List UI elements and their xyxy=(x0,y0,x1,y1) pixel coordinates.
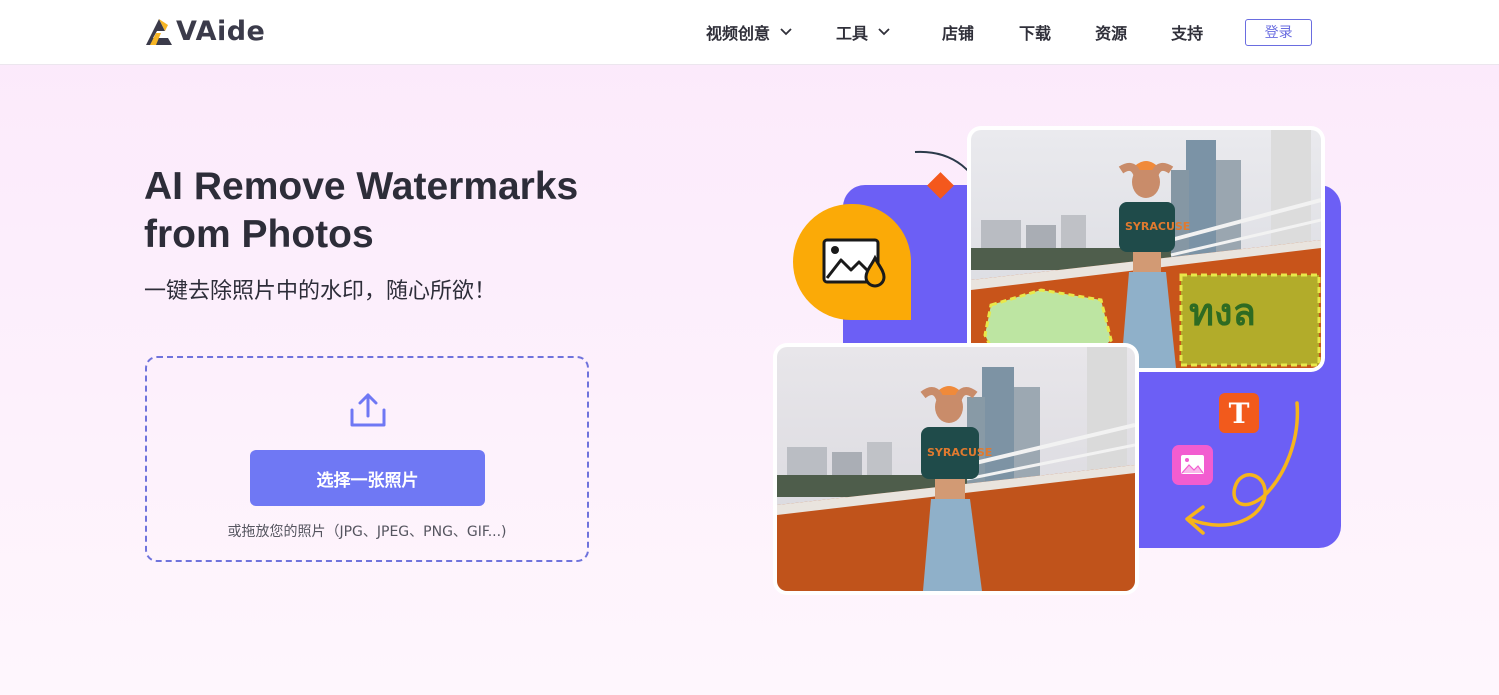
page-subtitle: 一键去除照片中的水印，随心所欲！ xyxy=(144,279,497,304)
svg-text:SYRACUSE: SYRACUSE xyxy=(927,446,992,459)
select-photo-button[interactable]: 选择一张照片 xyxy=(250,450,485,506)
main-nav: 视频创意 工具 店铺 下载 资源 支持 登录 xyxy=(706,18,1313,46)
hero-illustration: ทงล SYRACUSE SYRACUSE T xyxy=(770,120,1350,600)
nav-label: 资源 xyxy=(1095,24,1128,43)
page-title: AI Remove Watermarks from Photos xyxy=(144,165,579,256)
logo-text: VAide xyxy=(176,15,266,47)
nav-label: 下载 xyxy=(1019,24,1052,43)
logo-mark-icon xyxy=(146,19,172,45)
image-watermark-badge xyxy=(793,204,911,320)
nav-item-video-creative[interactable]: 视频创意 xyxy=(706,20,792,44)
clean-photo-image: SYRACUSE xyxy=(777,347,1136,591)
chevron-down-icon xyxy=(878,28,890,36)
nav-label: 店铺 xyxy=(942,24,975,43)
login-button[interactable]: 登录 xyxy=(1245,18,1313,46)
svg-text:SYRACUSE: SYRACUSE xyxy=(1125,220,1190,233)
nav-item-support[interactable]: 支持 xyxy=(1171,20,1203,44)
image-drop-icon xyxy=(822,238,886,288)
logo[interactable]: VAide xyxy=(144,14,265,48)
upload-dropzone[interactable]: 选择一张照片 或拖放您的照片（JPG、JPEG、PNG、GIF...) xyxy=(145,356,589,562)
nav-label: 视频创意 xyxy=(706,24,771,43)
nav-item-download[interactable]: 下载 xyxy=(1019,20,1051,44)
drag-drop-hint: 或拖放您的照片（JPG、JPEG、PNG、GIF...) xyxy=(227,524,507,540)
nav-item-tools[interactable]: 工具 xyxy=(836,20,890,44)
watermarked-photo-image: ทงล SYRACUSE xyxy=(971,130,1322,370)
nav-label: 支持 xyxy=(1171,24,1204,43)
chevron-down-icon xyxy=(780,28,792,36)
photo-without-watermark: SYRACUSE xyxy=(773,343,1139,595)
curved-arrow-icon xyxy=(1185,401,1300,535)
nav-item-resources[interactable]: 资源 xyxy=(1095,20,1127,44)
site-header: VAide 视频创意 工具 店铺 下载 资源 支持 登录 xyxy=(0,0,1499,65)
photo-with-watermark: ทงล SYRACUSE xyxy=(967,126,1325,372)
upload-icon xyxy=(350,393,386,427)
nav-item-store[interactable]: 店铺 xyxy=(942,20,974,44)
nav-label: 工具 xyxy=(836,24,869,43)
svg-text:ทงล: ทงล xyxy=(1189,290,1256,334)
